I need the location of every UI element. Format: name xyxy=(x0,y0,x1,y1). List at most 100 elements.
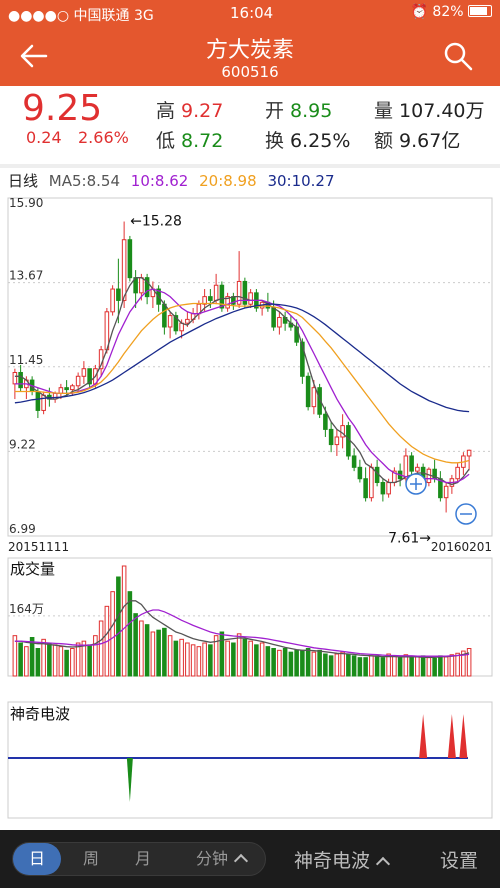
candle xyxy=(127,239,133,279)
volume-bar xyxy=(282,648,288,677)
bottom-toolbar: 日 周 月 分钟 神奇电波 设置 xyxy=(0,830,500,888)
volume-bar xyxy=(18,642,23,677)
volume-bar xyxy=(259,642,265,677)
volume-bar xyxy=(300,649,305,677)
indicator-selector[interactable]: 神奇电波 xyxy=(294,846,391,873)
zoom-in-icon[interactable] xyxy=(405,473,427,495)
candle xyxy=(271,307,276,328)
volume-bar xyxy=(415,656,420,677)
period-label[interactable]: 日线 xyxy=(8,172,38,190)
ma20-line xyxy=(14,302,470,464)
tab-minute[interactable]: 分钟 xyxy=(181,843,261,875)
volume-bar xyxy=(242,638,248,677)
price-panel: 15.90 13.67 11.45 9.22 6.99 ←15.28 7.61→ 201511… xyxy=(7,196,493,554)
carrier-signal: ●●●●○ 中国联通 3G xyxy=(8,8,154,24)
volume-bar xyxy=(150,631,156,677)
volume-bar xyxy=(64,649,69,677)
volume-bar xyxy=(455,652,460,677)
volume-bar xyxy=(380,657,386,677)
volume-bar xyxy=(121,565,127,677)
volume-bar xyxy=(58,646,64,677)
high-stat: 高 9.27 xyxy=(156,100,224,122)
volume-bar xyxy=(116,576,121,677)
volume-bar xyxy=(248,640,253,677)
clock: 16:04 xyxy=(230,4,274,22)
amount-stat: 额 9.67亿 xyxy=(374,130,461,152)
volume-bar xyxy=(236,633,242,677)
candle xyxy=(403,455,409,480)
volume-bar xyxy=(110,591,115,677)
candle xyxy=(41,394,46,411)
volume-bar xyxy=(403,654,409,677)
wave-title: 神奇电波 xyxy=(10,705,70,723)
volume-bar xyxy=(346,653,351,677)
stock-chart[interactable]: 15.90 13.67 11.45 9.22 6.99 ←15.28 7.61→ 201511… xyxy=(0,190,500,820)
volume-bar xyxy=(139,620,144,677)
price-tick-label: 11.45 xyxy=(9,353,43,367)
settings-button[interactable]: 设置 xyxy=(440,846,478,873)
volume-bar xyxy=(144,624,150,677)
wave-spike-up xyxy=(459,714,468,758)
volume-title: 成交量 xyxy=(10,560,55,578)
wave-spike-up xyxy=(419,714,428,758)
ma-legend: 日线 MA5:8.54 10:8.62 20:8.98 30:10.27 xyxy=(8,170,341,191)
volume-bar xyxy=(202,642,207,677)
search-icon[interactable] xyxy=(442,40,474,72)
candle xyxy=(248,292,253,305)
volume-bar xyxy=(277,649,282,677)
candle xyxy=(415,466,420,472)
current-price: 9.25 xyxy=(22,88,103,129)
wave-frame xyxy=(7,701,493,819)
ma30-label: 30:10.27 xyxy=(267,172,335,190)
tab-month[interactable]: 月 xyxy=(119,843,167,875)
wave-spike-up xyxy=(447,714,456,758)
candle xyxy=(455,466,460,480)
volume-panel: 成交量 164万 xyxy=(7,557,493,677)
price-change: 0.24 xyxy=(26,128,62,147)
candle xyxy=(328,428,334,446)
volume-bar xyxy=(179,638,184,677)
tab-day[interactable]: 日 xyxy=(13,843,61,875)
volume-bar xyxy=(35,648,41,677)
ma5-label: MA5:8.54 xyxy=(48,172,120,190)
volume-bar xyxy=(288,651,294,677)
tab-week[interactable]: 周 xyxy=(67,843,115,875)
volume-bar xyxy=(397,657,403,677)
volume-bar xyxy=(294,649,299,677)
volume-bar xyxy=(156,629,161,677)
candle xyxy=(466,449,472,457)
candle xyxy=(81,368,87,377)
volume-bar xyxy=(24,646,29,677)
candle xyxy=(18,372,23,389)
volume-bar xyxy=(133,613,138,677)
volume-bar xyxy=(392,655,397,677)
price-tick-label: 15.90 xyxy=(9,196,43,210)
low-stat: 低 8.72 xyxy=(156,130,224,152)
zoom-out-icon[interactable] xyxy=(455,503,477,525)
period-segmented-control: 日 周 月 分钟 xyxy=(12,842,266,876)
volume-bar xyxy=(317,649,322,677)
low-annotation: 7.61→ xyxy=(388,530,431,546)
volume-bar xyxy=(328,655,334,677)
candle xyxy=(369,466,374,499)
chevron-up-icon xyxy=(375,856,391,872)
candle xyxy=(75,375,81,387)
volume-bar xyxy=(351,655,357,677)
volume-bar xyxy=(265,646,271,677)
volume-bar xyxy=(167,635,173,677)
candle xyxy=(305,375,311,408)
candle xyxy=(213,284,219,301)
candle xyxy=(334,436,340,446)
chevron-up-icon xyxy=(233,853,249,869)
volume-bar xyxy=(87,644,92,677)
price-tick-label: 9.22 xyxy=(9,437,36,451)
turnover-stat: 换 6.25% xyxy=(265,130,351,152)
candle xyxy=(58,387,64,394)
candle xyxy=(311,387,317,408)
volume-bar xyxy=(41,638,46,677)
end-date-label: 20160201 xyxy=(431,540,492,554)
volume-bar xyxy=(409,657,414,677)
volume-bar xyxy=(426,657,432,677)
volume-bar xyxy=(369,655,374,677)
volume-bar xyxy=(374,655,380,677)
